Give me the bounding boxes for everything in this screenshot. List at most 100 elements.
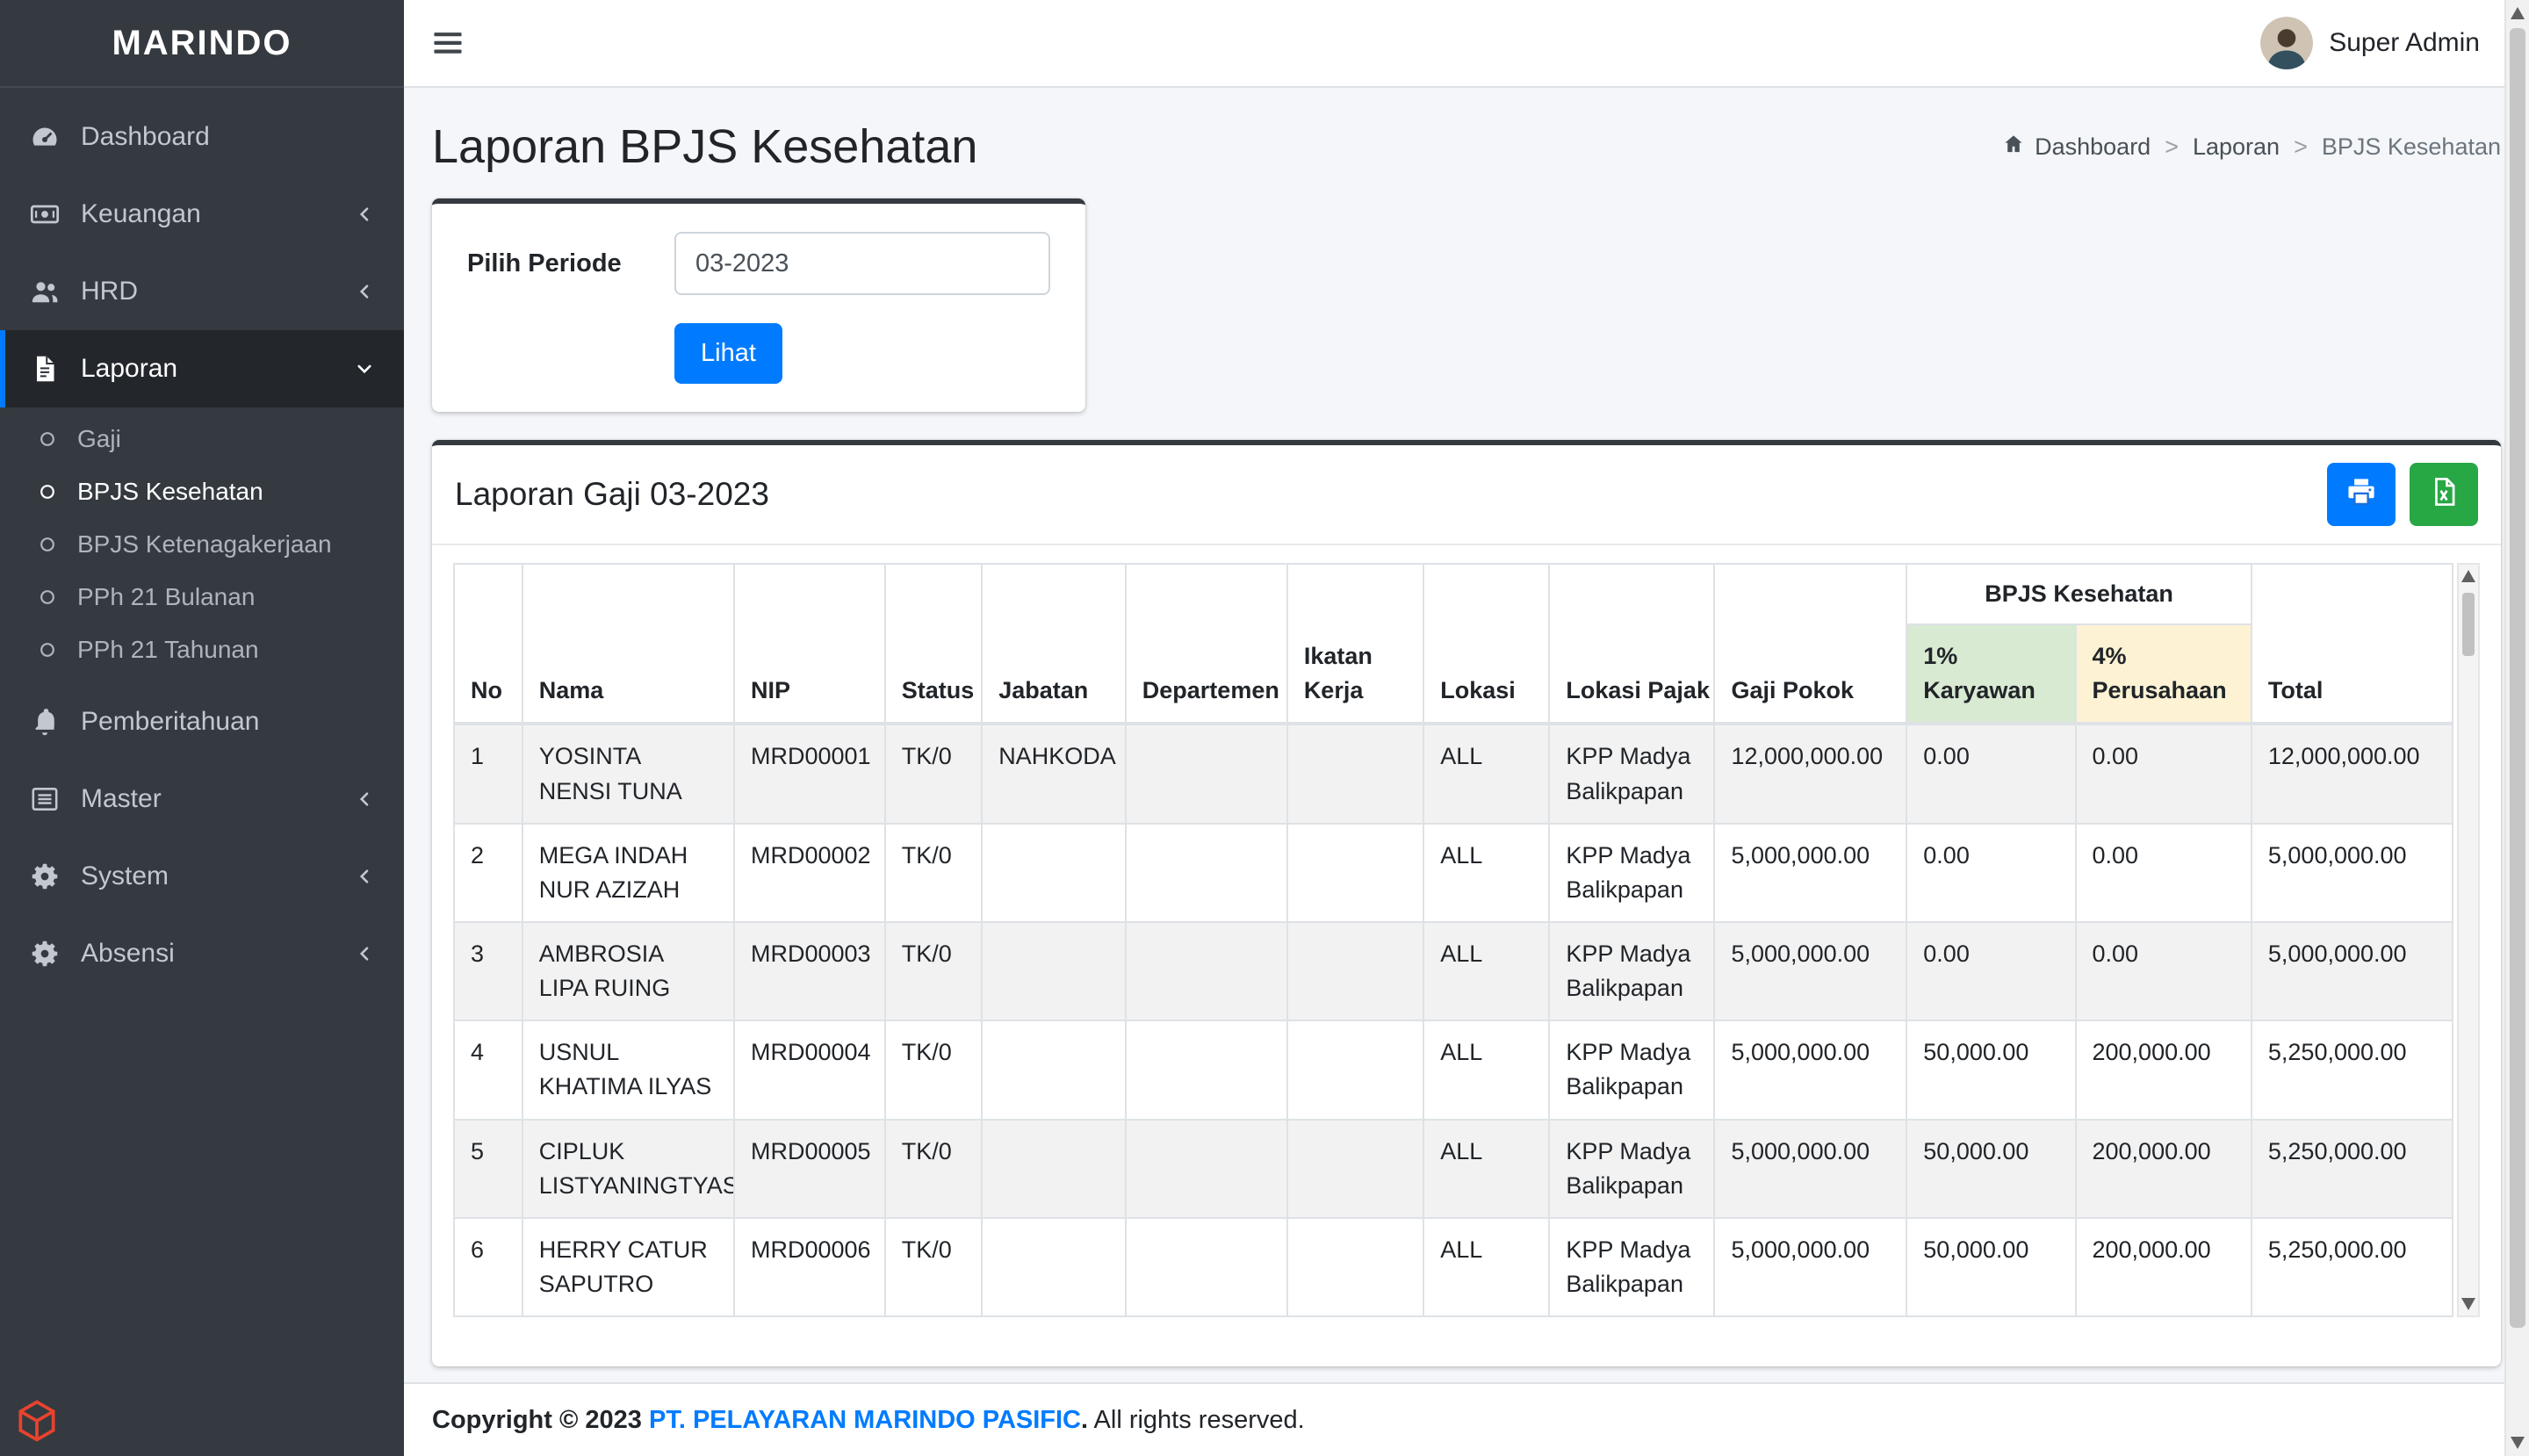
table-cell: 200,000.00 (2074, 1118, 2252, 1219)
file-excel-icon (2427, 475, 2461, 515)
table-cell: 6 (453, 1216, 523, 1318)
breadcrumb-current: BPJS Kesehatan (2321, 133, 2501, 160)
sidebar-item-pph21-tahunan[interactable]: PPh 21 Tahunan (14, 623, 390, 676)
scroll-down-arrow[interactable] (2461, 1298, 2475, 1311)
gear-icon (28, 937, 61, 970)
company-link[interactable]: PT. PELAYARAN MARINDO PASIFIC (649, 1406, 1081, 1434)
sidebar-item-laporan[interactable]: Laporan (0, 330, 404, 407)
table-cell: 5 (453, 1118, 523, 1219)
table-cell: TK/0 (883, 1118, 984, 1219)
breadcrumb-dashboard[interactable]: Dashboard (2001, 132, 2151, 162)
sidebar-item-bpjs-ketenagakerjaan[interactable]: BPJS Ketenagakerjaan (14, 518, 390, 571)
table-scrollbar-thumb[interactable] (2462, 593, 2475, 656)
sidebar-item-label: System (81, 861, 169, 890)
table-cell: 1 (453, 723, 523, 825)
laporan-submenu: Gaji BPJS Kesehatan BPJS Ketenagakerjaan… (14, 407, 390, 683)
table-cell: HERRY CATUR SAPUTRO (521, 1216, 735, 1318)
sidebar-item-pemberitahuan[interactable]: Pemberitahuan (14, 683, 390, 760)
sidebar-item-hrd[interactable]: HRD (14, 253, 390, 330)
table-cell: 50,000.00 (1906, 1020, 2077, 1121)
table-row: 4 USNUL KHATIMA ILYAS MRD00004 TK/0 ALL KPP M… (453, 1020, 2453, 1121)
scroll-up-arrow[interactable] (2511, 7, 2525, 19)
column-header: Departemen (1124, 562, 1288, 726)
scroll-down-arrow[interactable] (2511, 1437, 2525, 1449)
sidebar-item-pph21-bulanan[interactable]: PPh 21 Bulanan (14, 571, 390, 623)
chevron-left-icon (353, 942, 376, 965)
filter-card: Pilih Periode Lihat (432, 198, 1085, 412)
sidebar: MARINDO Dashboard Keuangan HRD Laporan G… (0, 0, 404, 1456)
table-cell: 0.00 (1906, 723, 2077, 825)
file-lines-icon (28, 352, 61, 386)
chevron-left-icon (353, 865, 376, 888)
sidebar-item-keuangan[interactable]: Keuangan (14, 176, 390, 253)
table-cell: YOSINTA NENSI TUNA (521, 723, 735, 825)
group-column-header: BPJS Kesehatan (1906, 563, 2252, 626)
table-cell: 3 (453, 920, 523, 1022)
brand-logo[interactable]: MARINDO (0, 0, 404, 88)
table-cell: TK/0 (883, 1216, 984, 1318)
table-row: 3 AMBROSIA LIPA RUING MRD00003 TK/0 ALL KPP M… (453, 920, 2453, 1022)
table-cell: 50,000.00 (1906, 1118, 2077, 1219)
table-cell (1286, 723, 1425, 825)
topbar: Super Admin (404, 0, 2529, 88)
column-header: Lokasi (1423, 562, 1551, 726)
page-scrollbar[interactable] (2504, 0, 2529, 1456)
excel-button[interactable] (2410, 463, 2478, 526)
table-cell: ALL (1423, 1020, 1551, 1121)
circle-outline-icon (37, 534, 58, 555)
user-menu[interactable]: Super Admin (2260, 17, 2480, 69)
table-cell: NAHKODA (981, 723, 1127, 825)
table-cell: 4 (453, 1020, 523, 1121)
lihat-button[interactable]: Lihat (674, 323, 782, 384)
table-scrollbar[interactable] (2457, 563, 2480, 1318)
users-icon (28, 275, 61, 308)
chevron-left-icon (353, 203, 376, 226)
table-header: No Nama NIP Status Jabatan Departemen Ik… (453, 562, 2453, 726)
table-cell: MRD00003 (733, 920, 886, 1022)
sidebar-item-label: Laporan (81, 354, 178, 383)
sidebar-item-system[interactable]: System (14, 838, 390, 915)
table-cell: 50,000.00 (1906, 1216, 2077, 1318)
list-icon (28, 782, 61, 816)
menu-toggle-button[interactable] (429, 24, 467, 62)
cube-logo-icon (12, 1396, 61, 1445)
scroll-up-arrow[interactable] (2461, 570, 2475, 582)
sidebar-item-master[interactable]: Master (14, 760, 390, 838)
table-cell: CIPLUK LISTYANINGTYAS (521, 1118, 735, 1219)
breadcrumb-label: Dashboard (2035, 133, 2151, 160)
circle-outline-icon (37, 639, 58, 660)
table-cell: MRD00005 (733, 1118, 886, 1219)
table-cell: 5,000,000.00 (1713, 822, 1908, 923)
table-cell: KPP Madya Balikpapan (1548, 822, 1716, 923)
sidebar-item-bpjs-kesehatan[interactable]: BPJS Kesehatan (14, 465, 390, 518)
table-cell: 2 (453, 822, 523, 923)
circle-outline-icon (37, 587, 58, 608)
column-header-karyawan: 1% Karyawan (1906, 623, 2077, 726)
page-scrollbar-thumb[interactable] (2510, 28, 2525, 1328)
sidebar-item-absensi[interactable]: Absensi (14, 915, 390, 992)
main-column: Super Admin Laporan BPJS Kesehatan Dashb… (404, 0, 2529, 1456)
table-cell: ALL (1423, 920, 1551, 1022)
chevron-left-icon (353, 280, 376, 303)
report-table-wrap: No Nama NIP Status Jabatan Departemen Ik… (453, 562, 2480, 1318)
sidebar-item-label: PPh 21 Tahunan (77, 636, 259, 663)
table-row: 2 MEGA INDAH NUR AZIZAH MRD00002 TK/0 ALL KPP… (453, 822, 2453, 923)
content-area: Laporan BPJS Kesehatan Dashboard > Lapor… (404, 88, 2529, 1382)
page-title: Laporan BPJS Kesehatan (432, 120, 978, 173)
report-table-body: 1 YOSINTA NENSI TUNA MRD00001 TK/0 NAHKODA AL… (453, 723, 2453, 1318)
breadcrumb-laporan[interactable]: Laporan (2193, 133, 2280, 161)
print-button[interactable] (2327, 463, 2396, 526)
table-cell: 5,000,000.00 (1713, 920, 1908, 1022)
sidebar-item-label: Master (81, 784, 162, 813)
sidebar-item-gaji[interactable]: Gaji (14, 413, 390, 465)
app-window: MARINDO Dashboard Keuangan HRD Laporan G… (0, 0, 2529, 1456)
table-cell (1286, 1216, 1425, 1318)
table-cell (1286, 1118, 1425, 1219)
column-header-perusahaan: 4% Perusahaan (2074, 623, 2252, 726)
period-input[interactable] (674, 232, 1050, 295)
sidebar-item-dashboard[interactable]: Dashboard (14, 98, 390, 176)
sidebar-item-label: Gaji (77, 425, 121, 452)
report-table: No Nama NIP Status Jabatan Departemen Ik… (453, 562, 2453, 1318)
table-cell (1124, 1118, 1288, 1219)
table-row: 5 CIPLUK LISTYANINGTYAS MRD00005 TK/0 ALL KPP… (453, 1118, 2453, 1219)
